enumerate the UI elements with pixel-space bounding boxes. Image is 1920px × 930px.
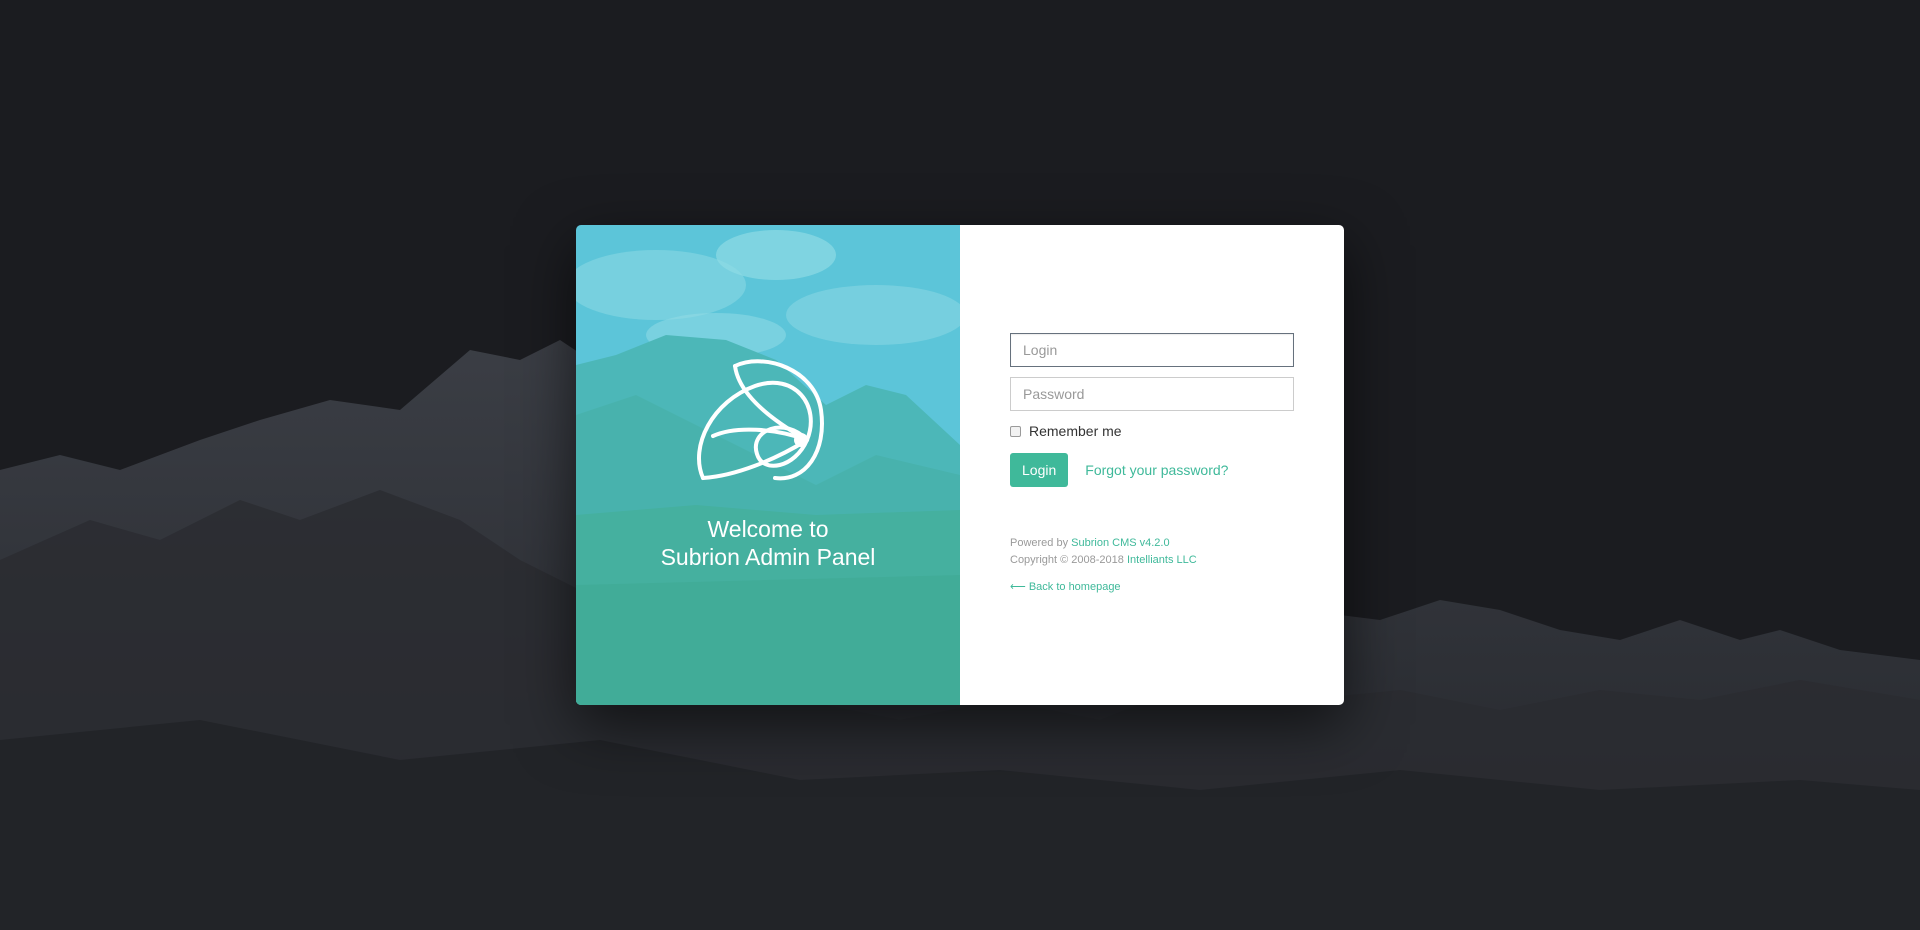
subrion-cms-link[interactable]: Subrion CMS v4.2.0 — [1071, 537, 1169, 549]
login-form: Remember me Login Forgot your password? — [1010, 333, 1294, 487]
copyright-text: Copyright © 2008-2018 — [1010, 554, 1127, 566]
welcome-heading: Welcome to Subrion Admin Panel — [576, 515, 960, 571]
login-form-panel: Remember me Login Forgot your password? … — [960, 225, 1344, 705]
login-input[interactable] — [1010, 333, 1294, 367]
copyright: Copyright © 2008-2018 Intelliants LLC — [1010, 552, 1197, 569]
checkbox-icon[interactable] — [1010, 425, 1021, 437]
welcome-line-2: Subrion Admin Panel — [660, 544, 876, 570]
remember-me-label[interactable]: Remember me — [1029, 423, 1122, 439]
remember-me[interactable]: Remember me — [1010, 423, 1294, 439]
intelliants-link[interactable]: Intelliants LLC — [1127, 554, 1197, 566]
welcome-panel: Welcome to Subrion Admin Panel — [576, 225, 960, 705]
login-panel: Welcome to Subrion Admin Panel Remember … — [576, 225, 1344, 705]
back-to-homepage-link[interactable]: ⟵ Back to homepage — [1010, 579, 1197, 596]
forgot-password-link[interactable]: Forgot your password? — [1085, 462, 1228, 478]
form-actions: Login Forgot your password? — [1010, 453, 1294, 487]
welcome-line-1: Welcome to — [707, 516, 829, 542]
powered-by: Powered by Subrion CMS v4.2.0 — [1010, 535, 1197, 552]
powered-by-text: Powered by — [1010, 537, 1072, 549]
password-input[interactable] — [1010, 377, 1294, 411]
subrion-logo-icon — [697, 359, 824, 481]
footer-info: Powered by Subrion CMS v4.2.0 Copyright … — [1010, 535, 1197, 596]
login-button[interactable]: Login — [1010, 453, 1069, 487]
